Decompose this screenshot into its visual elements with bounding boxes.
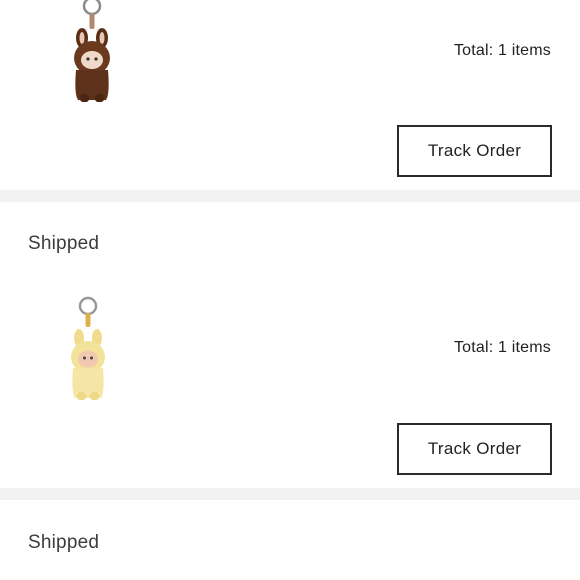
- bunny-keychain-yellow-icon[interactable]: [58, 294, 118, 404]
- order-card: Total: 1 items Track Order: [0, 0, 580, 190]
- bunny-keychain-brown-icon[interactable]: [62, 0, 122, 104]
- order-total: Total: 1 items: [453, 42, 551, 59]
- order-total: Total: 1 items: [453, 339, 551, 356]
- order-status: Shipped: [28, 233, 100, 254]
- track-order-button[interactable]: Track Order: [397, 125, 552, 177]
- order-divider: [0, 190, 580, 202]
- order-status: Shipped: [28, 532, 100, 553]
- track-order-button[interactable]: Track Order: [397, 423, 552, 475]
- order-card: Shipped Total: 1 items Track Order: [0, 202, 580, 488]
- order-card: Shipped: [0, 500, 580, 580]
- order-divider: [0, 488, 580, 500]
